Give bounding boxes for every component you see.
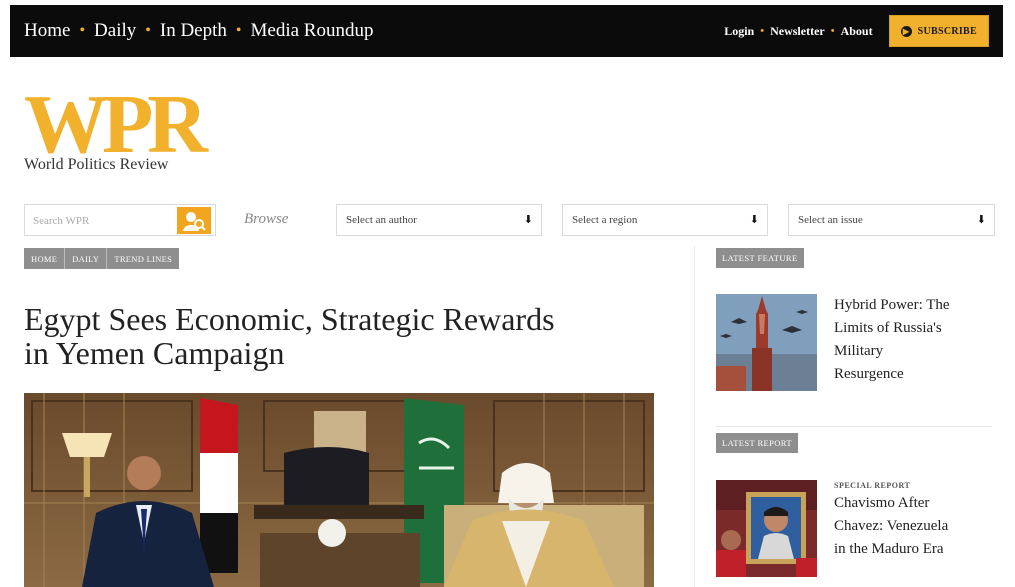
nav-separator: • [760, 25, 765, 37]
select-region-dropdown[interactable]: Select a region ⬇ [562, 204, 768, 236]
report-kicker: SPECIAL REPORT [834, 481, 911, 490]
nav-separator: • [235, 22, 242, 39]
feature-title-link[interactable]: Hybrid Power: The Limits of Russia's Mil… [834, 294, 950, 386]
latest-report-tag: LATEST REPORT [716, 433, 798, 453]
select-issue-value: Select an issue [798, 214, 863, 226]
latest-feature-tag: LATEST FEATURE [716, 248, 804, 268]
nav-in-depth-link[interactable]: In Depth [160, 20, 227, 42]
top-nav-bar: Home • Daily • In Depth • Media Roundup … [10, 5, 1003, 57]
feature-title-line: Military [834, 343, 884, 359]
search-box [24, 204, 216, 236]
newsletter-link[interactable]: Newsletter [770, 24, 825, 39]
play-circle-icon: ▶ [900, 25, 912, 37]
logo-tagline: World Politics Review [24, 156, 169, 173]
account-nav: Login • Newsletter • About ▶ SUBSCRIBE [724, 5, 989, 57]
nav-media-roundup-link[interactable]: Media Roundup [251, 20, 374, 42]
article-headline: Egypt Sees Economic, Strategic Rewards i… [24, 302, 664, 370]
nav-separator: • [830, 25, 835, 37]
select-author-dropdown[interactable]: Select an author ⬇ [336, 204, 542, 236]
feature-title-line: Limits of Russia's [834, 320, 942, 336]
search-button[interactable] [177, 207, 211, 234]
browse-label: Browse [244, 211, 289, 227]
subscribe-button[interactable]: ▶ SUBSCRIBE [888, 15, 989, 47]
arrow-down-icon: ⬇ [976, 214, 986, 226]
wpr-logo[interactable]: WPR [24, 84, 210, 156]
subscribe-label: SUBSCRIBE [917, 25, 977, 37]
feature-title-line: Hybrid Power: The [834, 297, 950, 313]
nav-separator: • [145, 22, 151, 39]
headline-line-2: in Yemen Campaign [24, 335, 285, 371]
report-thumbnail[interactable] [716, 480, 817, 577]
report-title-link[interactable]: Chavismo After Chavez: Venezuela in the … [834, 492, 948, 561]
breadcrumb-home[interactable]: HOME [24, 254, 64, 264]
feature-thumbnail[interactable] [716, 294, 817, 391]
article-hero-image [24, 393, 654, 587]
sidebar-divider [694, 246, 695, 587]
arrow-down-icon: ⬇ [749, 214, 759, 226]
search-person-icon [183, 211, 206, 231]
report-title-line: Chavez: Venezuela [834, 518, 949, 534]
nav-home-link[interactable]: Home [24, 20, 70, 42]
arrow-down-icon: ⬇ [523, 214, 533, 226]
search-input[interactable] [31, 211, 175, 231]
select-author-value: Select an author [346, 214, 417, 226]
select-issue-dropdown[interactable]: Select an issue ⬇ [788, 204, 995, 236]
logo-letters: WPR [24, 84, 209, 156]
breadcrumb-trend-lines[interactable]: TREND LINES [107, 254, 179, 264]
login-link[interactable]: Login [724, 24, 754, 39]
feature-title-line: Resurgence [834, 366, 904, 382]
nav-daily-link[interactable]: Daily [94, 20, 136, 42]
report-title-line: Chavismo After [834, 495, 930, 511]
breadcrumb-daily[interactable]: DAILY [65, 254, 106, 264]
select-region-value: Select a region [572, 214, 638, 226]
breadcrumb: HOME DAILY TREND LINES [24, 248, 180, 269]
report-title-line: in the Maduro Era [834, 541, 944, 557]
nav-separator: • [79, 22, 86, 39]
primary-nav: Home • Daily • In Depth • Media Roundup [24, 5, 373, 57]
sidebar-rule [716, 426, 992, 427]
about-link[interactable]: About [841, 24, 873, 39]
headline-line-1: Egypt Sees Economic, Strategic Rewards [24, 301, 555, 337]
